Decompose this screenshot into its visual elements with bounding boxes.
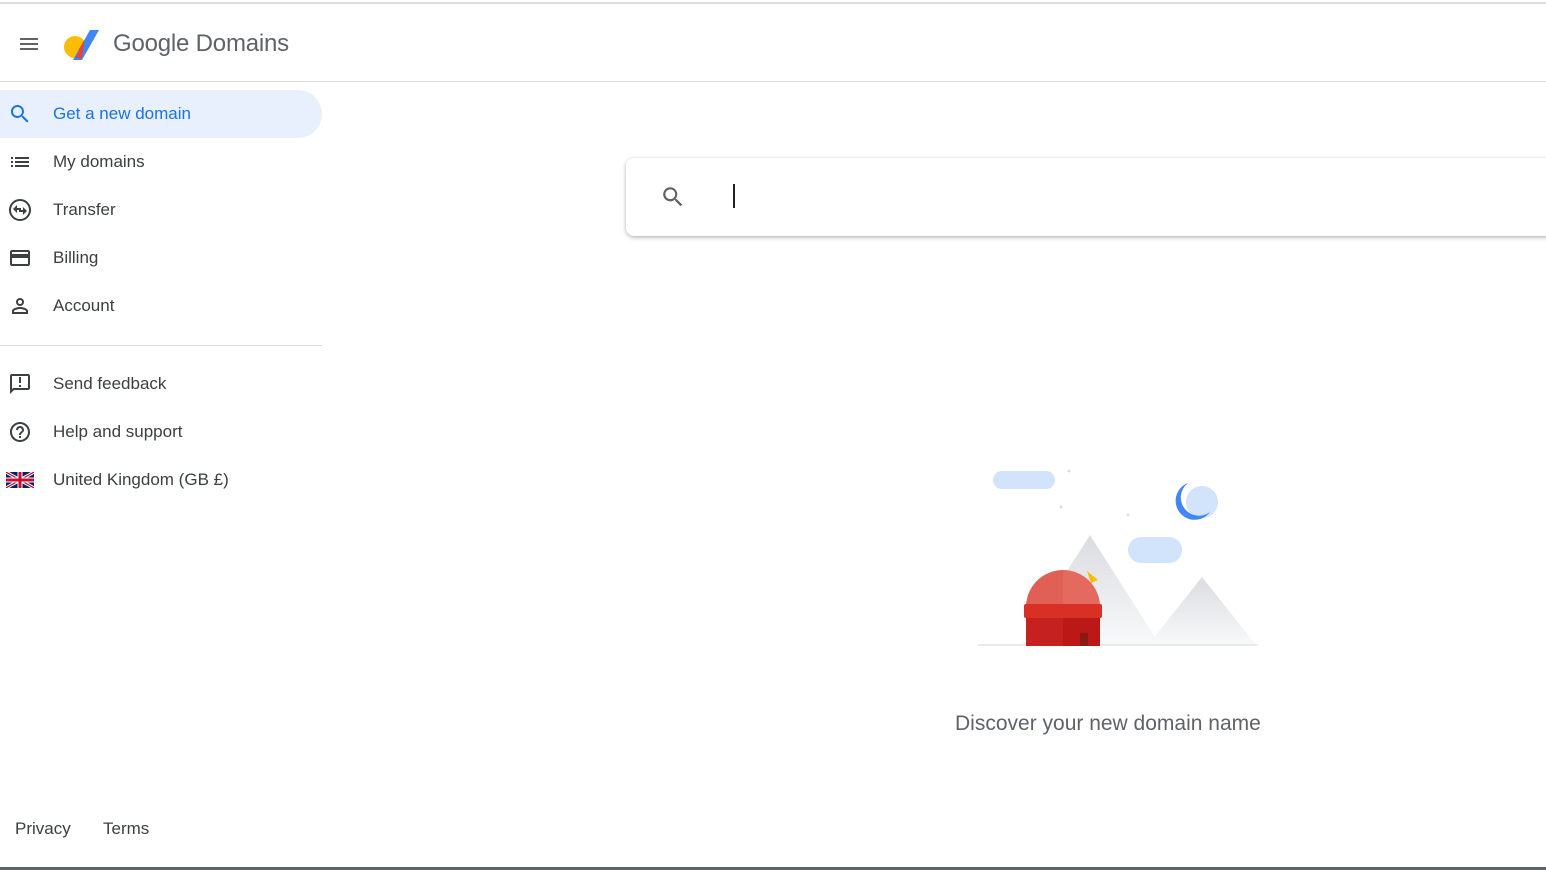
credit-card-icon: [6, 244, 34, 272]
search-icon: [6, 100, 34, 128]
transfer-icon: [6, 196, 34, 224]
sidebar-item-transfer[interactable]: Transfer: [0, 186, 322, 234]
sidebar-item-label: Send feedback: [53, 374, 167, 393]
sidebar-item-label: Account: [53, 296, 115, 315]
sidebar-item-billing[interactable]: Billing: [0, 234, 322, 282]
observatory-illustration: [978, 469, 1258, 646]
sidebar-item-my-domains[interactable]: My domains: [0, 138, 322, 186]
uk-flag-icon: [6, 466, 34, 494]
text-caret: [733, 184, 735, 208]
page: Google Domains Get a new domain My domai…: [0, 0, 1546, 870]
sidebar-item-label: My domains: [53, 152, 145, 171]
privacy-link[interactable]: Privacy: [15, 819, 71, 839]
domain-search-input[interactable]: [732, 178, 1512, 216]
help-icon: [6, 418, 34, 446]
terms-link[interactable]: Terms: [103, 819, 149, 839]
search-icon: [663, 187, 683, 207]
brand-title: Google Domains: [113, 30, 289, 57]
feedback-icon: [6, 370, 34, 398]
sidebar-item-send-feedback[interactable]: Send feedback: [0, 360, 322, 408]
person-icon: [6, 292, 34, 320]
domain-search-box[interactable]: [626, 158, 1546, 236]
sidebar-item-label: United Kingdom (GB £): [53, 470, 229, 489]
sidebar-item-label: Help and support: [53, 422, 183, 441]
list-icon: [6, 148, 34, 176]
discover-caption: Discover your new domain name: [955, 712, 1261, 735]
sidebar-item-label: Transfer: [53, 200, 116, 219]
sidebar-item-label: Billing: [53, 248, 99, 267]
google-domains-logo[interactable]: [62, 26, 102, 64]
sidebar-item-country[interactable]: United Kingdom (GB £): [0, 456, 322, 504]
app-header: Google Domains: [0, 4, 1546, 82]
sidebar-item-account[interactable]: Account: [0, 282, 322, 330]
sidebar-item-help[interactable]: Help and support: [0, 408, 322, 456]
sidebar-item-label: Get a new domain: [53, 104, 191, 123]
hamburger-menu-icon[interactable]: [9, 26, 49, 62]
sidebar-item-get-new-domain[interactable]: Get a new domain: [0, 90, 322, 138]
sidebar-divider: [0, 345, 322, 346]
